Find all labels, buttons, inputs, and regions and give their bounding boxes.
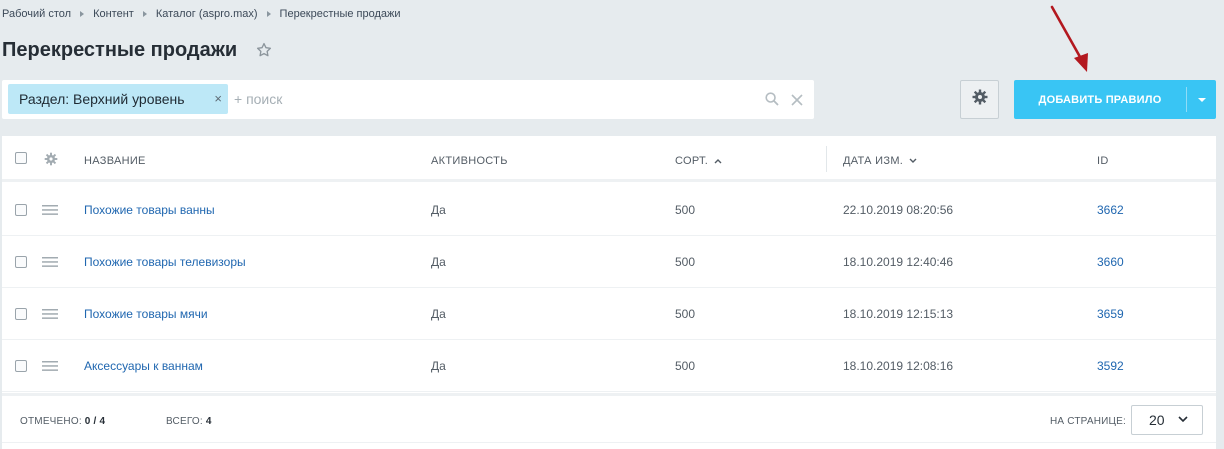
total-count: ВСЕГО: 4 xyxy=(166,416,212,427)
row-menu-icon[interactable] xyxy=(42,205,58,215)
row-date: 18.10.2019 12:08:16 xyxy=(843,359,954,373)
breadcrumb-item-content[interactable]: Контент xyxy=(93,8,134,20)
caret-down-icon xyxy=(1197,97,1206,102)
row-menu-icon[interactable] xyxy=(42,361,58,371)
column-header-sort-label: СОРТ. xyxy=(675,155,709,167)
row-checkbox[interactable] xyxy=(15,256,27,268)
column-header-date[interactable]: ДАТА ИЗМ. xyxy=(843,155,917,167)
sort-ascending-icon xyxy=(714,159,722,164)
table-row[interactable]: Похожие товары телевизоры Да 500 18.10.2… xyxy=(2,236,1216,288)
selected-count-value: 0 / 4 xyxy=(84,416,106,427)
per-page-value: 20 xyxy=(1149,412,1165,428)
row-name-link[interactable]: Похожие товары телевизоры xyxy=(84,255,246,269)
row-name-link[interactable]: Похожие товары ванны xyxy=(84,203,215,217)
page-title: Перекрестные продажи xyxy=(2,38,238,61)
column-settings-gear-icon[interactable] xyxy=(44,152,58,166)
row-date: 18.10.2019 12:15:13 xyxy=(843,307,954,321)
annotation-arrow-icon xyxy=(1050,5,1088,72)
row-sort: 500 xyxy=(675,255,696,269)
filter-bar: Раздел: Верхний уровень × xyxy=(2,80,814,119)
bottom-panel-edge xyxy=(2,442,1216,449)
row-active: Да xyxy=(431,255,446,269)
table-row[interactable]: Аксессуары к ваннам Да 500 18.10.2019 12… xyxy=(2,340,1216,392)
row-id-link[interactable]: 3662 xyxy=(1097,203,1124,217)
row-checkbox[interactable] xyxy=(15,360,27,372)
select-all-checkbox[interactable] xyxy=(15,152,27,164)
row-sort: 500 xyxy=(675,359,696,373)
table-row[interactable]: Похожие товары ванны Да 500 22.10.2019 0… xyxy=(2,184,1216,236)
column-header-date-label: ДАТА ИЗМ. xyxy=(843,155,904,167)
breadcrumb-separator-icon xyxy=(142,11,147,17)
breadcrumb-separator-icon xyxy=(266,11,271,17)
title-row: Перекрестные продажи xyxy=(2,36,273,64)
selected-count-label: ОТМЕЧЕНО: xyxy=(20,416,82,427)
data-grid: НАЗВАНИЕ АКТИВНОСТЬ СОРТ. ДАТА ИЗМ. ID П… xyxy=(2,136,1216,442)
column-header-name[interactable]: НАЗВАНИЕ xyxy=(84,155,146,167)
row-checkbox[interactable] xyxy=(15,204,27,216)
row-date: 22.10.2019 08:20:56 xyxy=(843,203,954,217)
per-page-select[interactable]: 20 xyxy=(1131,405,1203,435)
breadcrumb-item-current[interactable]: Перекрестные продажи xyxy=(280,8,401,20)
row-active: Да xyxy=(431,307,446,321)
clear-icon[interactable] xyxy=(791,93,803,106)
per-page-label: НА СТРАНИЦЕ: xyxy=(1050,416,1126,427)
row-active: Да xyxy=(431,203,446,217)
column-header-active[interactable]: АКТИВНОСТЬ xyxy=(431,155,508,167)
row-sort: 500 xyxy=(675,307,696,321)
row-id-link[interactable]: 3592 xyxy=(1097,359,1124,373)
filter-chip[interactable]: Раздел: Верхний уровень × xyxy=(8,84,228,114)
row-id-link[interactable]: 3659 xyxy=(1097,307,1124,321)
row-id-link[interactable]: 3660 xyxy=(1097,255,1124,269)
search-input[interactable] xyxy=(234,89,734,109)
total-count-value: 4 xyxy=(205,416,212,427)
selected-count: ОТМЕЧЕНО: 0 / 4 xyxy=(20,416,105,427)
filter-chip-label: Раздел: Верхний уровень xyxy=(19,91,185,107)
breadcrumb-item-catalog[interactable]: Каталог (aspro.max) xyxy=(156,8,258,20)
row-name-link[interactable]: Аксессуары к ваннам xyxy=(84,359,203,373)
row-menu-icon[interactable] xyxy=(42,309,58,319)
column-header-id[interactable]: ID xyxy=(1097,155,1109,167)
breadcrumb: Рабочий стол Контент Каталог (aspro.max)… xyxy=(2,7,401,21)
row-date: 18.10.2019 12:40:46 xyxy=(843,255,954,269)
row-menu-icon[interactable] xyxy=(42,257,58,267)
grid-footer: ОТМЕЧЕНО: 0 / 4 ВСЕГО: 4 НА СТРАНИЦЕ: 20 xyxy=(2,393,1216,442)
column-header-sort[interactable]: СОРТ. xyxy=(675,155,722,167)
table-row[interactable]: Похожие товары мячи Да 500 18.10.2019 12… xyxy=(2,288,1216,340)
grid-header: НАЗВАНИЕ АКТИВНОСТЬ СОРТ. ДАТА ИЗМ. ID xyxy=(2,136,1216,182)
total-count-label: ВСЕГО: xyxy=(166,416,203,427)
sort-descending-icon xyxy=(909,158,917,164)
add-rule-button-label: ДОБАВИТЬ ПРАВИЛО xyxy=(1038,93,1162,106)
search-icon[interactable] xyxy=(765,92,779,106)
gear-icon xyxy=(972,89,988,110)
chip-close-icon[interactable]: × xyxy=(214,92,222,106)
column-separator xyxy=(826,146,827,172)
settings-button[interactable] xyxy=(960,80,999,119)
breadcrumb-item-desktop[interactable]: Рабочий стол xyxy=(2,8,71,20)
breadcrumb-separator-icon xyxy=(80,11,85,17)
row-name-link[interactable]: Похожие товары мячи xyxy=(84,307,208,321)
row-sort: 500 xyxy=(675,203,696,217)
row-checkbox[interactable] xyxy=(15,308,27,320)
add-rule-dropdown[interactable] xyxy=(1187,97,1216,102)
chevron-down-icon xyxy=(1178,416,1188,423)
star-outline-icon[interactable] xyxy=(255,41,273,59)
row-active: Да xyxy=(431,359,446,373)
add-rule-button[interactable]: ДОБАВИТЬ ПРАВИЛО xyxy=(1014,80,1216,119)
